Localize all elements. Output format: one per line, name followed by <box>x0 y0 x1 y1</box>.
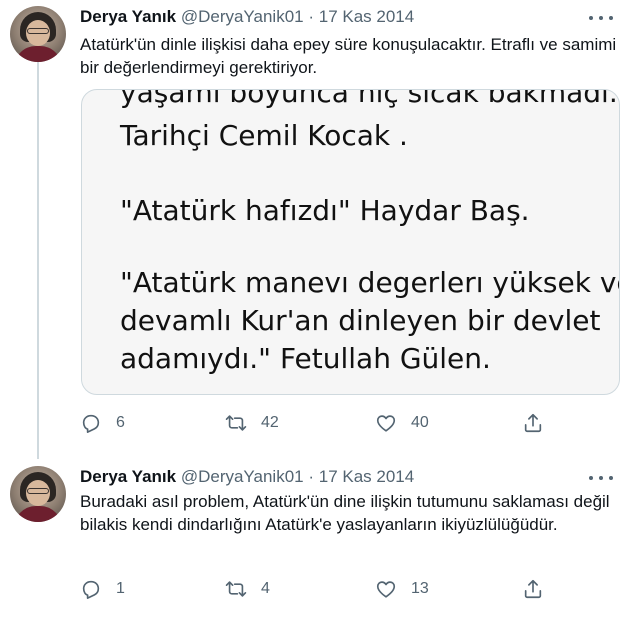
like-count: 13 <box>411 580 429 597</box>
tweet-text: Buradaki asıl problem, Atatürk'ün dine i… <box>80 492 610 534</box>
author-handle[interactable]: @DeryaYanik01 <box>181 467 304 486</box>
share-button[interactable] <box>522 410 544 436</box>
like-icon <box>375 412 397 434</box>
like-icon <box>375 578 397 600</box>
like-button[interactable]: 13 <box>375 576 429 602</box>
reply-icon <box>80 578 102 600</box>
image-text-line: yaşamı boyunca hiç sıcak bakmadı." <box>120 89 620 109</box>
tweet-actions: 1 4 13 <box>80 576 560 602</box>
tweet[interactable]: Derya Yanık @DeryaYanik01 · 17 Kas 2014 … <box>0 0 635 460</box>
retweet-button[interactable]: 42 <box>225 410 279 436</box>
reply-button[interactable]: 1 <box>80 576 125 602</box>
retweet-count: 4 <box>261 580 270 597</box>
separator-dot: · <box>308 467 315 486</box>
share-button[interactable] <box>522 576 544 602</box>
share-icon <box>522 412 544 434</box>
like-button[interactable]: 40 <box>375 410 429 436</box>
retweet-count: 42 <box>261 414 279 431</box>
reply-icon <box>80 412 102 434</box>
reply-button[interactable]: 6 <box>80 410 125 436</box>
tweet-text: Atatürk'ün dinle ilişkisi daha epey süre… <box>80 35 617 77</box>
more-icon[interactable] <box>589 470 613 486</box>
tweet-image[interactable]: yaşamı boyunca hiç sıcak bakmadı." Tarih… <box>81 89 620 395</box>
retweet-icon <box>225 412 247 434</box>
share-icon <box>522 578 544 600</box>
more-icon[interactable] <box>589 10 613 26</box>
separator-dot: · <box>308 7 315 26</box>
image-text-line: "Atatürk hafızdı" Haydar Baş. <box>120 194 530 227</box>
avatar[interactable] <box>10 6 66 62</box>
image-text-line: Tarihçi Cemil Kocak . <box>120 119 408 152</box>
tweet[interactable]: Derya Yanık @DeryaYanik01 · 17 Kas 2014 … <box>0 460 635 631</box>
like-count: 40 <box>411 414 429 431</box>
author-name[interactable]: Derya Yanık <box>80 7 176 26</box>
avatar[interactable] <box>10 466 66 522</box>
image-text-line: adamıydı." Fetullah Gülen. <box>120 342 491 375</box>
tweet-header: Derya Yanık @DeryaYanik01 · 17 Kas 2014 <box>80 466 623 488</box>
retweet-button[interactable]: 4 <box>225 576 270 602</box>
author-handle[interactable]: @DeryaYanik01 <box>181 7 304 26</box>
reply-count: 6 <box>116 414 125 431</box>
image-text-line: "Atatürk manevı degerlerı yüksek ve <box>120 266 620 299</box>
tweet-header: Derya Yanık @DeryaYanik01 · 17 Kas 2014 <box>80 6 623 28</box>
reply-count: 1 <box>116 580 125 597</box>
tweet-actions: 6 42 40 <box>80 410 560 436</box>
image-text-line: devamlı Kur'an dinleyen bir devlet <box>120 304 601 337</box>
tweet-date[interactable]: 17 Kas 2014 <box>319 467 414 486</box>
author-name[interactable]: Derya Yanık <box>80 467 176 486</box>
tweet-date[interactable]: 17 Kas 2014 <box>319 7 414 26</box>
retweet-icon <box>225 578 247 600</box>
